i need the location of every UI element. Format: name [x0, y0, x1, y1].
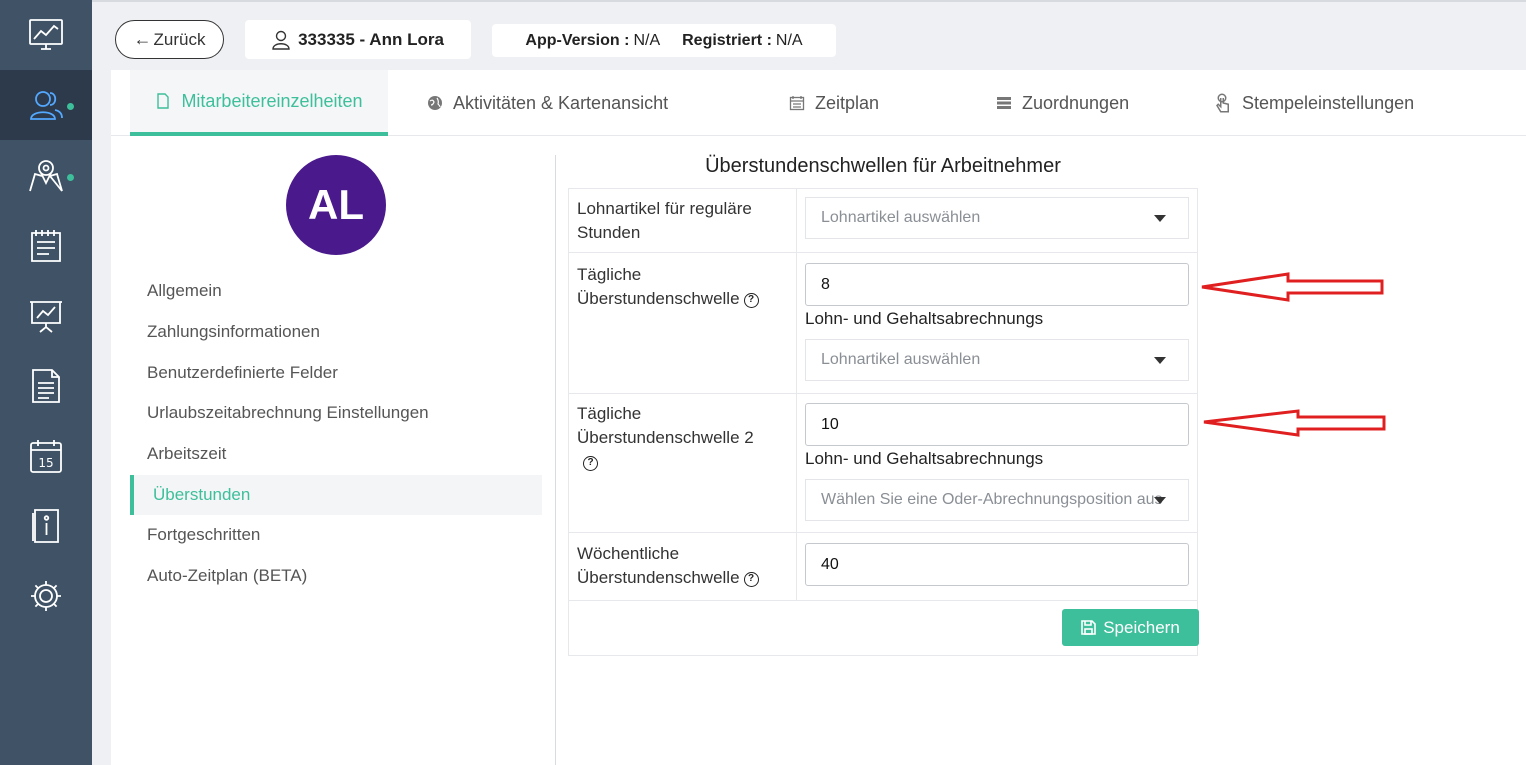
- app-version-value: N/A: [633, 31, 661, 49]
- sidebar-status-dot: [67, 174, 74, 181]
- tab-label: Stempeleinstellungen: [1242, 92, 1415, 113]
- dashboard-chart-icon: [29, 19, 63, 50]
- registered-value: N/A: [775, 31, 803, 49]
- employee-label: 333335 - Ann Lora: [298, 29, 444, 49]
- user-icon: [272, 30, 290, 50]
- report-document-icon: [32, 369, 60, 403]
- tab-schedule[interactable]: Zeitplan: [789, 70, 879, 136]
- daily-payroll-label: Lohn- und Gehaltsabrechnungs: [805, 309, 1044, 328]
- weekly-threshold-label: Wöchentliche Überstundenschwelle?: [577, 542, 787, 590]
- daily2-payroll-label: Lohn- und Gehaltsabrechnungs: [805, 449, 1044, 468]
- daily-threshold-2-label: Tägliche Überstundenschwelle 2?: [577, 402, 772, 474]
- sidebar-item-dashboard[interactable]: [0, 0, 92, 70]
- save-button[interactable]: Speichern: [1062, 609, 1199, 646]
- sidebar-item-presentation[interactable]: [0, 281, 92, 351]
- daily2-pay-item-select[interactable]: Wählen Sie eine Oder-Abrechnungsposition…: [805, 479, 1189, 521]
- calendar-15-icon: 15: [30, 440, 62, 473]
- document-icon: [157, 93, 170, 109]
- info-book-icon: [32, 509, 59, 543]
- annotation-arrow-icon: [1201, 272, 1384, 302]
- help-icon[interactable]: ?: [743, 571, 759, 587]
- back-button-label: Zurück: [153, 29, 206, 49]
- select-placeholder: Wählen Sie eine Oder-Abrechnungsposition…: [821, 491, 1163, 508]
- calendar-day-text: 15: [38, 456, 53, 470]
- help-icon[interactable]: ?: [583, 455, 598, 471]
- sidebar-item-users[interactable]: [0, 70, 92, 140]
- list-icon: [997, 97, 1011, 109]
- tab-label: Zuordnungen: [1022, 92, 1130, 113]
- app-info-pill: App-Version : N/A Registriert : N/A: [492, 24, 836, 57]
- tab-activities-map[interactable]: Aktivitäten & Kartenansicht: [427, 70, 668, 136]
- sidebar-item-notes[interactable]: [0, 211, 92, 281]
- globe-icon: [428, 96, 442, 110]
- daily-threshold-label: Tägliche Überstundenschwelle?: [577, 263, 792, 311]
- tab-label: Mitarbeitereinzelheiten: [181, 90, 363, 111]
- select-placeholder: Lohnartikel auswählen: [821, 209, 981, 226]
- row-divider: [568, 393, 1198, 394]
- chevron-down-icon: [1154, 215, 1166, 222]
- floppy-disk-icon: [1081, 620, 1097, 635]
- employee-pill: 333335 - Ann Lora: [245, 20, 471, 59]
- form-title: Überstundenschwellen für Arbeitnehmer: [705, 155, 1061, 177]
- menu-item-working-time[interactable]: Arbeitszeit: [130, 434, 542, 474]
- chevron-down-icon: [1154, 497, 1166, 504]
- row-divider: [568, 532, 1198, 533]
- daily-threshold-2-input[interactable]: 10: [805, 403, 1189, 446]
- select-placeholder: Lohnartikel auswählen: [821, 351, 981, 368]
- annotation-arrow-icon: [1203, 409, 1386, 437]
- weekly-threshold-input[interactable]: 40: [805, 543, 1189, 586]
- tab-clock-settings[interactable]: Stempeleinstellungen: [1212, 70, 1414, 136]
- weekly-threshold-text: Wöchentliche Überstundenschwelle: [577, 544, 740, 587]
- save-button-label: Speichern: [1103, 617, 1180, 637]
- daily-threshold-2-text: Tägliche Überstundenschwelle 2: [577, 404, 754, 447]
- registered-label: Registriert :: [682, 31, 772, 49]
- sidebar-status-dot: [67, 103, 74, 110]
- regular-hours-label: Lohnartikel für reguläre Stunden: [577, 199, 752, 242]
- daily-threshold-text: Tägliche Überstundenschwelle: [577, 265, 740, 308]
- menu-item-auto-schedule[interactable]: Auto-Zeitplan (BETA): [130, 556, 542, 596]
- column-divider: [796, 188, 797, 600]
- regular-hours-pay-item-select[interactable]: Lohnartikel auswählen: [805, 197, 1189, 239]
- back-button[interactable]: ← Zurück: [115, 20, 224, 59]
- notes-icon: [31, 230, 61, 262]
- app-version-label: App-Version :: [525, 31, 630, 49]
- chevron-down-icon: [1154, 357, 1166, 364]
- sidebar-item-info[interactable]: [0, 491, 92, 561]
- presentation-chart-icon: [30, 301, 62, 333]
- users-icon: [30, 91, 63, 120]
- hand-pointer-icon: [1216, 93, 1229, 113]
- sidebar-item-reports[interactable]: [0, 351, 92, 421]
- top-divider: [92, 0, 1526, 2]
- menu-item-leave-settings[interactable]: Urlaubszeitabrechnung Einstellungen: [130, 393, 542, 433]
- content-divider: [555, 155, 556, 765]
- daily-pay-item-select[interactable]: Lohnartikel auswählen: [805, 339, 1189, 381]
- settings-gear-icon: [31, 581, 61, 611]
- menu-item-general[interactable]: Allgemein: [130, 271, 542, 311]
- menu-item-payment-info[interactable]: Zahlungsinformationen: [130, 312, 542, 352]
- calendar-icon: [789, 96, 805, 111]
- menu-item-custom-fields[interactable]: Benutzerdefinierte Felder: [130, 353, 542, 393]
- sidebar-item-calendar[interactable]: 15: [0, 421, 92, 491]
- tab-employee-details[interactable]: Mitarbeitereinzelheiten: [130, 70, 388, 136]
- help-icon[interactable]: ?: [743, 292, 759, 308]
- row-divider: [568, 600, 1198, 601]
- sidebar: 15: [0, 0, 92, 765]
- menu-item-advanced[interactable]: Fortgeschritten: [130, 515, 542, 555]
- tab-assignments[interactable]: Zuordnungen: [996, 70, 1129, 136]
- row-divider: [568, 252, 1198, 253]
- tab-label: Zeitplan: [815, 92, 880, 113]
- arrow-left-icon: ←: [133, 29, 152, 49]
- map-pin-icon: [29, 160, 63, 192]
- sidebar-item-map[interactable]: [0, 141, 92, 211]
- sidebar-item-settings[interactable]: [0, 561, 92, 631]
- menu-item-overtime[interactable]: Überstunden: [130, 475, 542, 515]
- tab-label: Aktivitäten & Kartenansicht: [453, 92, 669, 113]
- avatar: AL: [286, 155, 386, 255]
- daily-threshold-input[interactable]: 8: [805, 263, 1189, 306]
